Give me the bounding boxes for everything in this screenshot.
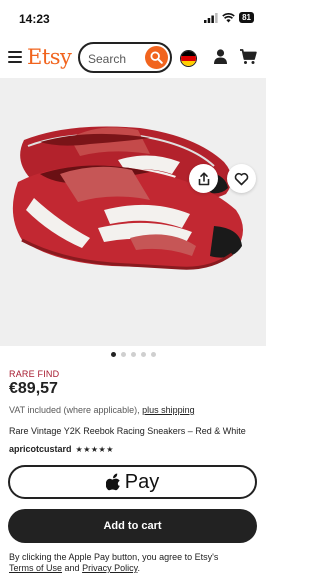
battery-icon: 81 [239, 12, 254, 23]
disclaimer-suffix: . [137, 563, 140, 573]
product-image-gallery[interactable] [0, 78, 266, 346]
product-image [12, 126, 243, 270]
shop-name[interactable]: apricotcustard [9, 444, 72, 454]
shipping-link[interactable]: plus shipping [142, 405, 195, 415]
heart-icon [234, 172, 249, 185]
status-time: 14:23 [19, 12, 50, 26]
vat-note: VAT included (where applicable), plus sh… [9, 405, 195, 415]
shop-row[interactable]: apricotcustard ★★★★★ [9, 444, 114, 454]
search-input[interactable] [88, 51, 142, 66]
signal-icon [204, 12, 218, 23]
disclaimer-joiner: and [64, 563, 80, 573]
apple-pay-label: Pay [124, 470, 160, 493]
carousel-dot[interactable] [150, 352, 156, 357]
privacy-policy-link[interactable]: Privacy Policy [82, 563, 137, 573]
header: Etsy [0, 40, 266, 76]
apple-pay-disclaimer: By clicking the Apple Pay button, you ag… [9, 552, 259, 574]
status-bar: 14:23 81 [0, 0, 266, 36]
carousel-dot[interactable] [110, 352, 116, 357]
terms-of-use-link[interactable]: Terms of Use [9, 563, 62, 573]
share-button[interactable] [189, 164, 218, 193]
vat-text: VAT included (where applicable), [9, 405, 140, 415]
carousel-dot[interactable] [140, 352, 146, 357]
wifi-icon [222, 12, 235, 22]
country-flag-icon[interactable] [180, 50, 197, 67]
rating-stars: ★★★★★ [75, 444, 114, 454]
apple-icon [105, 473, 120, 491]
apple-pay-button[interactable]: Pay [8, 465, 257, 499]
disclaimer-text: By clicking the Apple Pay button, you ag… [9, 552, 219, 562]
status-icons: 81 [204, 12, 254, 23]
add-to-cart-button[interactable]: Add to cart [8, 509, 257, 543]
favorite-button[interactable] [227, 164, 256, 193]
rare-find-badge: RARE FIND [9, 369, 60, 379]
carousel-dot[interactable] [130, 352, 136, 357]
share-icon [198, 171, 209, 185]
carousel-indicator[interactable] [0, 352, 266, 357]
search-button[interactable] [145, 46, 168, 69]
price: €89,57 [9, 380, 58, 397]
menu-icon[interactable] [8, 51, 22, 63]
search-box[interactable] [78, 42, 172, 73]
cart-icon[interactable] [239, 48, 257, 65]
etsy-logo[interactable]: Etsy [27, 45, 72, 69]
carousel-dot[interactable] [120, 352, 126, 357]
search-icon [150, 51, 163, 64]
user-icon[interactable] [212, 48, 229, 65]
listing-title: Rare Vintage Y2K Reebok Racing Sneakers … [9, 426, 246, 436]
